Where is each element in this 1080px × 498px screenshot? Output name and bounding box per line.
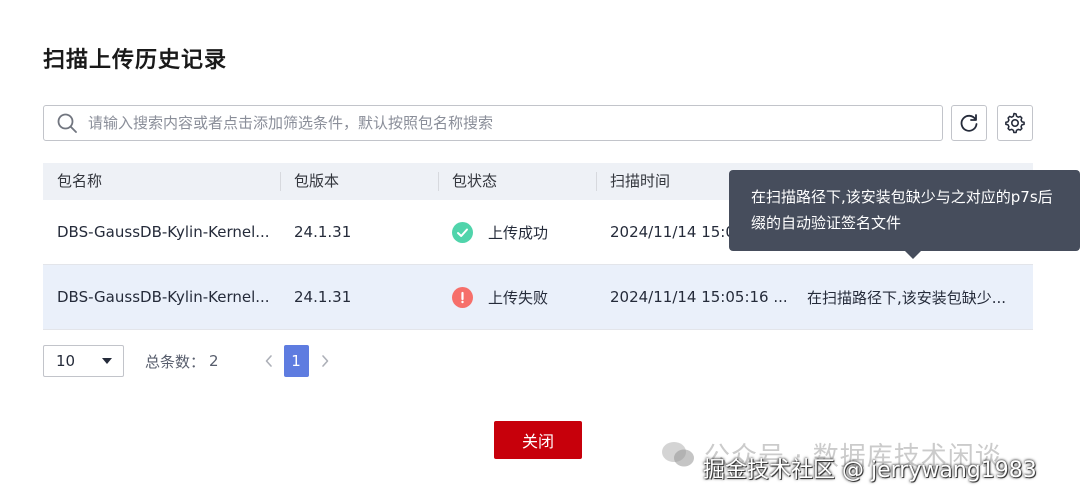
column-header-name[interactable]: 包名称 [43, 163, 280, 200]
caret-down-icon [102, 358, 112, 364]
total-count: 2 [209, 352, 219, 370]
wechat-icon [662, 441, 694, 466]
package-name-cell: DBS-GaussDB-Kylin-Kernel... [57, 288, 270, 306]
close-button[interactable]: 关闭 [494, 421, 582, 459]
package-version-cell: 24.1.31 [294, 288, 352, 306]
package-version-cell: 24.1.31 [294, 223, 352, 241]
success-check-icon [452, 221, 473, 243]
status-text: 上传成功 [488, 223, 549, 242]
page-number-button[interactable]: 1 [283, 345, 309, 377]
table-row[interactable]: DBS-GaussDB-Kylin-Kernel... 24.1.31 上传失败… [43, 265, 1033, 330]
tooltip-line: 缀的自动验证签名文件 [751, 214, 902, 232]
gear-icon [1005, 112, 1025, 134]
page-size-value: 10 [56, 352, 76, 370]
search-icon [57, 113, 77, 133]
page-size-select[interactable]: 10 [43, 345, 124, 377]
package-status-cell: 上传失败 [438, 286, 596, 308]
scan-history-dialog: 扫描上传历史记录 包名称 包版本 包状态 扫描时间 DBS-GaussDB-Ky… [0, 0, 1080, 498]
error-exclamation-icon [452, 286, 473, 308]
package-name-cell: DBS-GaussDB-Kylin-Kernel... [57, 223, 270, 241]
refresh-icon [960, 114, 978, 132]
search-input[interactable] [86, 107, 942, 139]
chevron-right-icon [321, 355, 328, 367]
scan-time-cell: 2024/11/14 15:05:16 ... [610, 288, 788, 306]
tooltip-arrow [905, 251, 921, 259]
search-box[interactable] [43, 105, 943, 141]
package-status-cell: 上传成功 [438, 221, 596, 243]
chevron-left-icon [265, 355, 272, 367]
column-header-status[interactable]: 包状态 [438, 163, 596, 200]
tooltip-line: 在扫描路径下,该安装包缺少与之对应的p7s后 [751, 188, 1053, 206]
next-page-button[interactable] [317, 345, 333, 377]
settings-button[interactable] [997, 105, 1033, 141]
detail-cell[interactable]: 在扫描路径下,该安装包缺少... [793, 287, 1033, 308]
watermark-juejin: 掘金技术社区 @ jerrywang1983 [703, 458, 1037, 483]
dialog-title: 扫描上传历史记录 [43, 48, 228, 73]
column-header-version[interactable]: 包版本 [280, 163, 438, 200]
detail-tooltip: 在扫描路径下,该安装包缺少与之对应的p7s后 缀的自动验证签名文件 [729, 170, 1080, 259]
prev-page-button[interactable] [261, 345, 277, 377]
total-label: 总条数： [145, 352, 206, 371]
pagination: 10 总条数： 2 1 [43, 345, 333, 377]
refresh-button[interactable] [951, 105, 987, 141]
status-text: 上传失败 [488, 288, 549, 307]
